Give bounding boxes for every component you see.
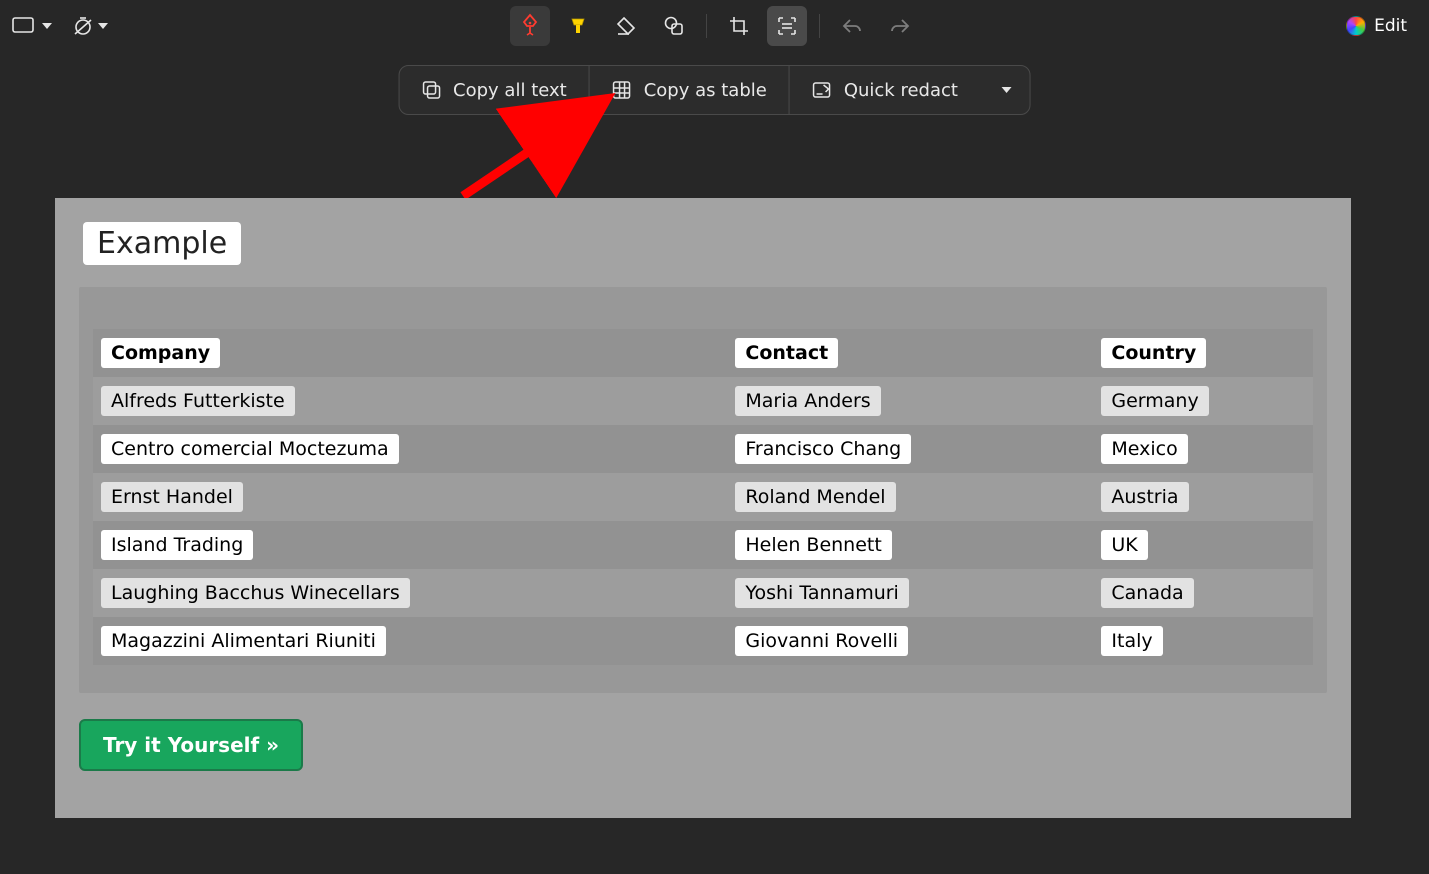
- header-country: Country: [1101, 338, 1206, 368]
- chevron-down-icon: [42, 23, 52, 29]
- example-table-frame: Company Contact Country Alfreds Futterki…: [79, 287, 1327, 693]
- toolbar-center-group: [510, 0, 920, 52]
- cell-company: Centro comercial Moctezuma: [101, 434, 399, 464]
- table-row: Ernst Handel Roland Mendel Austria: [93, 473, 1313, 521]
- table-row: Centro comercial Moctezuma Francisco Cha…: [93, 425, 1313, 473]
- table-header-row: Company Contact Country: [93, 329, 1313, 377]
- header-company: Company: [101, 338, 220, 368]
- cell-contact: Francisco Chang: [735, 434, 911, 464]
- cell-company: Magazzini Alimentari Riuniti: [101, 626, 386, 656]
- header-contact: Contact: [735, 338, 838, 368]
- no-delay-icon: [72, 15, 94, 37]
- undo-button[interactable]: [832, 6, 872, 46]
- table-row: Laughing Bacchus Winecellars Yoshi Tanna…: [93, 569, 1313, 617]
- redact-icon: [812, 80, 832, 100]
- chevron-down-icon: [98, 23, 108, 29]
- quick-redact-label: Quick redact: [844, 80, 958, 101]
- edit-label: Edit: [1374, 16, 1407, 36]
- text-actions-tool-button[interactable]: [767, 6, 807, 46]
- try-it-yourself-button[interactable]: Try it Yourself »: [79, 719, 303, 771]
- toolbar-divider: [706, 14, 707, 38]
- toolbar-right-group: Edit: [1336, 12, 1417, 40]
- example-heading: Example: [83, 222, 241, 265]
- eraser-icon: [615, 15, 637, 37]
- cell-country: Austria: [1101, 482, 1188, 512]
- table-row: Island Trading Helen Bennett UK: [93, 521, 1313, 569]
- rectangle-icon: [12, 17, 38, 35]
- cell-contact: Helen Bennett: [735, 530, 891, 560]
- highlighter-icon: [567, 15, 589, 37]
- cell-company: Ernst Handel: [101, 482, 243, 512]
- highlighter-tool-button[interactable]: [558, 6, 598, 46]
- text-action-bar: Copy all text Copy as table Quick redact: [398, 65, 1031, 115]
- shapes-icon: [663, 15, 685, 37]
- copy-as-table-label: Copy as table: [644, 80, 767, 101]
- cell-country: Canada: [1101, 578, 1193, 608]
- edit-in-paint-button[interactable]: Edit: [1336, 12, 1417, 40]
- text-scan-icon: [776, 15, 798, 37]
- cell-country: UK: [1101, 530, 1147, 560]
- copy-icon: [421, 80, 441, 100]
- toolbar-left-group: [12, 6, 110, 46]
- cell-company: Alfreds Futterkiste: [101, 386, 295, 416]
- palette-icon: [1346, 16, 1366, 36]
- copy-all-text-label: Copy all text: [453, 80, 567, 101]
- copy-all-text-button[interactable]: Copy all text: [399, 66, 590, 114]
- toolbar-divider: [819, 14, 820, 38]
- cell-company: Island Trading: [101, 530, 253, 560]
- cell-country: Italy: [1101, 626, 1162, 656]
- pen-icon: [520, 13, 540, 39]
- quick-redact-dropdown[interactable]: [980, 66, 1030, 114]
- cell-country: Mexico: [1101, 434, 1187, 464]
- example-table: Company Contact Country Alfreds Futterki…: [93, 329, 1313, 665]
- redo-button[interactable]: [880, 6, 920, 46]
- crop-tool-button[interactable]: [719, 6, 759, 46]
- crop-icon: [728, 15, 750, 37]
- cell-contact: Giovanni Rovelli: [735, 626, 908, 656]
- table-row: Alfreds Futterkiste Maria Anders Germany: [93, 377, 1313, 425]
- timer-tool-button[interactable]: [70, 6, 110, 46]
- cell-contact: Roland Mendel: [735, 482, 895, 512]
- app-toolbar: Edit: [0, 0, 1429, 52]
- quick-redact-button[interactable]: Quick redact: [790, 66, 980, 114]
- screenshot-canvas: Example Company Contact Country Alfreds …: [55, 198, 1351, 818]
- cell-country: Germany: [1101, 386, 1208, 416]
- copy-as-table-button[interactable]: Copy as table: [590, 66, 790, 114]
- shape-tool-button[interactable]: [12, 6, 52, 46]
- eraser-tool-button[interactable]: [606, 6, 646, 46]
- chevron-down-icon: [1002, 87, 1012, 93]
- cell-contact: Maria Anders: [735, 386, 880, 416]
- pen-tool-button[interactable]: [510, 6, 550, 46]
- redo-icon: [889, 17, 911, 35]
- shapes-tool-button[interactable]: [654, 6, 694, 46]
- cell-company: Laughing Bacchus Winecellars: [101, 578, 410, 608]
- undo-icon: [841, 17, 863, 35]
- table-row: Magazzini Alimentari Riuniti Giovanni Ro…: [93, 617, 1313, 665]
- cell-contact: Yoshi Tannamuri: [735, 578, 908, 608]
- table-icon: [612, 80, 632, 100]
